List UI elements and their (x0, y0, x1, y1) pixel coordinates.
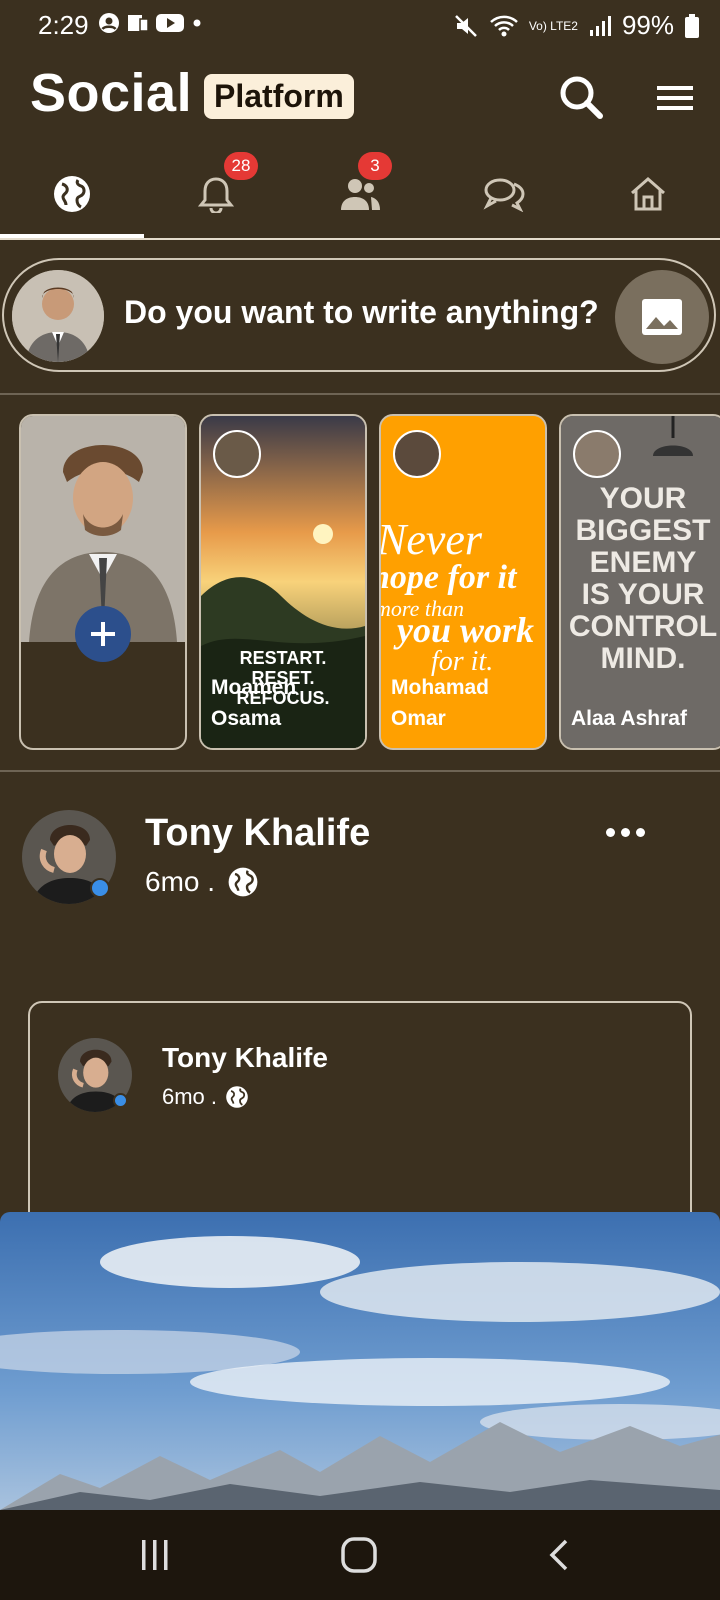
chat-icon (483, 178, 525, 212)
story-item[interactable]: Never hope for it more than you work for… (379, 414, 547, 750)
device-icon (128, 15, 149, 32)
stories-divider (0, 770, 720, 772)
tab-notifications[interactable]: 28 (144, 150, 288, 238)
story-author-avatar (573, 430, 621, 478)
story-author-name: Alaa Ashraf (571, 707, 687, 730)
public-globe-icon (228, 867, 258, 897)
svg-text:YOUR: YOUR (600, 482, 687, 515)
plus-icon (91, 622, 115, 646)
app-title: Social (30, 63, 193, 123)
tab-bar: 28 3 (0, 150, 720, 240)
post-author-name[interactable]: Tony Khalife (145, 812, 370, 855)
back-button[interactable] (546, 1538, 576, 1574)
dot-icon (193, 19, 201, 27)
add-story-button[interactable] (75, 606, 131, 662)
add-photo-button[interactable] (615, 270, 709, 364)
shared-post-time: 6mo . (162, 1084, 218, 1109)
recent-apps-button[interactable] (138, 1538, 182, 1574)
back-chevron-icon (549, 1539, 568, 1571)
network-label: Vo) LTE2 (528, 18, 578, 33)
svg-text:BIGGEST: BIGGEST (575, 514, 710, 547)
search-button[interactable] (556, 72, 606, 122)
status-time: 2:29 (38, 10, 89, 40)
tab-friend-requests[interactable]: 3 (288, 150, 432, 238)
story-item[interactable]: YOUR BIGGEST ENEMY IS YOUR CONTROL MIND.… (559, 414, 720, 750)
dot-icon (606, 828, 615, 837)
svg-text:hope for it: hope for it (381, 559, 518, 596)
user-photo (12, 270, 104, 362)
app-title-badge: Platform (204, 74, 354, 119)
story-author-name: Mohamad Omar (391, 676, 490, 730)
notifications-count-badge: 28 (224, 152, 258, 180)
mountain-landscape-image (0, 1212, 720, 1510)
battery-percent: 99% (621, 10, 674, 40)
search-icon (560, 76, 603, 119)
image-icon (642, 299, 682, 335)
online-indicator (113, 1093, 128, 1108)
svg-text:IS YOUR: IS YOUR (582, 578, 705, 611)
public-globe-icon (226, 1086, 248, 1108)
shared-post-meta: 6mo . (162, 1084, 249, 1110)
menu-button[interactable] (650, 76, 700, 120)
home-circle-icon (341, 1537, 377, 1573)
post-options-button[interactable] (606, 828, 645, 837)
tab-selected-indicator (0, 234, 144, 238)
status-notification-icons (98, 12, 204, 34)
tab-feed[interactable] (0, 150, 144, 238)
svg-text:ENEMY: ENEMY (590, 546, 697, 579)
dot-icon (636, 828, 645, 837)
shared-post-avatar[interactable] (58, 1038, 132, 1112)
signal-icon (589, 15, 611, 36)
story-author-name: Moamen Osama (211, 676, 297, 730)
wifi-icon (489, 15, 518, 36)
current-user-avatar (12, 270, 104, 362)
composer-placeholder[interactable]: Do you want to write anything? (124, 294, 599, 331)
dot-icon (621, 828, 630, 837)
account-icon (99, 13, 119, 33)
svg-text:CONTROL: CONTROL (569, 610, 717, 643)
home-icon (631, 177, 665, 211)
home-nav-button[interactable] (340, 1536, 384, 1576)
globe-icon (54, 176, 90, 212)
post-image[interactable] (0, 1212, 720, 1510)
shared-post-author-name[interactable]: Tony Khalife (162, 1042, 328, 1074)
status-bar: 2:29 Vo) LTE2 99% (0, 0, 720, 52)
story-image-text: RESTART. (240, 648, 327, 668)
story-item[interactable]: RESTART. RESET. REFOCUS. Moamen Osama (199, 414, 367, 750)
post-author-avatar[interactable] (22, 810, 116, 904)
bell-icon (198, 177, 234, 213)
status-system-icons: Vo) LTE2 99% (453, 10, 700, 41)
hamburger-icon (657, 86, 693, 110)
svg-text:Never: Never (381, 515, 483, 564)
story-author-avatar (393, 430, 441, 478)
composer-divider (0, 393, 720, 395)
battery-icon (685, 13, 699, 38)
post-time: 6mo . (145, 866, 216, 897)
mute-icon (454, 14, 477, 37)
people-icon (341, 179, 380, 210)
story-add[interactable] (19, 414, 187, 750)
online-indicator (90, 878, 110, 898)
youtube-icon (156, 14, 184, 32)
shared-post-card[interactable] (28, 1001, 692, 1231)
requests-count-badge: 3 (358, 152, 392, 180)
post-meta: 6mo . (145, 866, 259, 898)
svg-text:you work: you work (393, 610, 534, 650)
recents-icon (142, 1540, 168, 1570)
tab-messages[interactable] (432, 150, 576, 238)
tab-home[interactable] (576, 150, 720, 238)
svg-text:MIND.: MIND. (601, 642, 686, 675)
story-author-avatar (213, 430, 261, 478)
system-navigation-bar (0, 1510, 720, 1600)
